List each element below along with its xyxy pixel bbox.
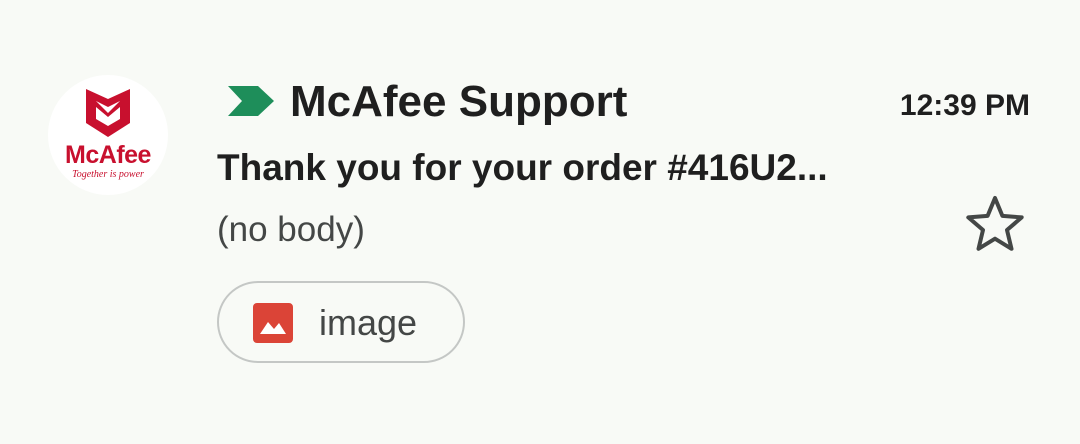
avatar-tagline: Together is power — [72, 169, 144, 180]
sender-name: McAfee Support — [290, 77, 628, 126]
attachment-label: image — [319, 302, 418, 343]
avatar-brand-name: McAfee — [65, 141, 151, 169]
email-list-item[interactable]: McAfee Together is power McAfee Support … — [0, 0, 1080, 444]
attachment-chip[interactable]: image — [217, 281, 465, 363]
received-time: 12:39 PM — [899, 89, 1030, 122]
email-subject: Thank you for your order #416U2... — [217, 147, 828, 188]
important-icon[interactable] — [228, 86, 276, 116]
image-icon — [253, 303, 293, 343]
star-icon[interactable] — [964, 194, 1026, 252]
email-snippet: (no body) — [217, 210, 365, 249]
mcafee-shield-icon — [86, 89, 130, 137]
sender-avatar[interactable]: McAfee Together is power — [48, 75, 168, 195]
